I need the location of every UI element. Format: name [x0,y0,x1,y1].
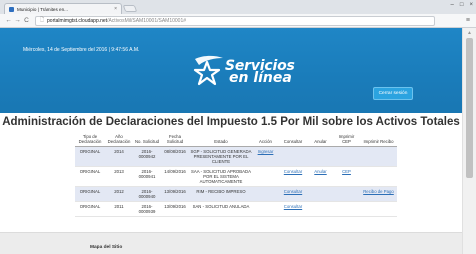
column-header: Anular [308,133,333,147]
tab-close-icon[interactable]: × [114,6,117,12]
cell-estado: SAA - SOLICITUD APROBADA POR EL SISTEMA … [189,166,253,187]
cell-solicitud: 2016-0000942 [133,146,161,167]
browser-tab-bar: Municipio | Trámites en... × – □ × [0,0,476,14]
url-host: portalmimgtst.cloudapp.net [47,17,108,24]
sitemap-title: Mapa del Sitio [90,245,123,250]
cell-estado: SGP - SOLICITUD GENERADA PRESENTAMENTE P… [189,146,253,167]
scroll-up-icon[interactable]: ▲ [467,30,472,36]
scroll-thumb[interactable] [466,38,473,178]
column-header: Imprimir Recibo [360,133,397,147]
cep-link[interactable]: CEP [342,169,351,174]
cell-anular [308,146,333,167]
cell-cep [333,201,360,217]
cell-anio: 2012 [105,186,133,202]
cell-anio: 2011 [105,201,133,217]
cell-recibo: Recibo de Pago [360,186,397,202]
brand-title-line2: en línea [229,70,292,86]
browser-menu-icon[interactable]: ≡ [466,17,470,24]
cell-estado: SAN - SOLICITUD ANULADA [189,201,253,217]
cell-anio: 2014 [105,146,133,167]
cell-tipo: ORIGINAL [75,166,105,187]
page-icon: 🗋 [40,16,45,23]
cell-solicitud: 2016-0000941 [133,166,161,187]
cell-anular: Anular [308,166,333,187]
column-header: Fecha Solicitud [161,133,189,147]
cell-recibo [360,146,397,167]
consultar-link[interactable]: Consultar [284,189,302,194]
browser-tab[interactable]: Municipio | Trámites en... × [4,3,122,14]
address-bar: ← → C 🗋 portalmimgtst.cloudapp.net /Acti… [0,14,476,28]
table-row: ORIGINAL 2013 2016-0000941 14/09/2016 SAA - … [75,166,397,187]
cell-fecha: 13/09/2016 [161,201,189,217]
page-title: Administración de Declaraciones del Impu… [2,116,460,128]
reload-icon[interactable]: C [22,17,31,24]
cell-solicitud: 2016-0000939 [133,201,161,217]
column-header: Imprimir CEP [333,133,360,147]
recibo-link[interactable]: Recibo de Pago [363,189,394,194]
cell-fecha: 13/09/2016 [161,186,189,202]
cell-consultar: Consultar [278,186,308,202]
consultar-link[interactable]: Consultar [284,204,302,209]
accion-link[interactable]: Ingresar [258,149,274,154]
cell-tipo: ORIGINAL [75,186,105,202]
anular-link[interactable]: Anular [314,169,326,174]
cell-accion [253,186,278,202]
close-window-icon[interactable]: × [469,2,473,8]
cell-fecha: 14/09/2016 [161,166,189,187]
new-tab-button[interactable] [122,5,138,12]
column-header: Acción [253,133,278,147]
cell-solicitud: 2016-0000940 [133,186,161,202]
table-row: ORIGINAL 2011 2016-0000939 13/09/2016 SAN - … [75,201,397,217]
table-row: ORIGINAL 2012 2016-0000940 13/09/2016 RIM - … [75,186,397,202]
column-header: No. Solicitud [133,133,161,147]
table-row: ORIGINAL 2014 2016-0000942 08/08/2016 SGP - … [75,146,397,167]
cell-accion [253,166,278,187]
cell-consultar: Consultar [278,166,308,187]
star-logo-icon [193,55,223,86]
url-field[interactable]: 🗋 portalmimgtst.cloudapp.net /ActivosMil… [35,15,435,26]
back-icon[interactable]: ← [4,17,13,24]
tab-title: Municipio | Trámites en... [17,6,68,12]
cell-anular [308,186,333,202]
cell-tipo: ORIGINAL [75,146,105,167]
maximize-icon[interactable]: □ [460,2,464,8]
cell-recibo [360,201,397,217]
site-header: Miércoles, 14 de Septiembre del 2016 | 9… [0,28,462,126]
column-header: Estado [189,133,253,147]
cell-consultar [278,146,308,167]
cell-accion [253,201,278,217]
favicon-icon [9,6,14,12]
close-session-button[interactable]: Cerrar sesión [373,87,413,100]
cell-estado: RIM - RECIBO IMPRESO [189,186,253,202]
cell-cep: CEP [333,166,360,187]
cell-fecha: 08/08/2016 [161,146,189,167]
table-header-row: Tipo de Declaración Año Declaración No. So… [75,133,397,147]
column-header: Tipo de Declaración [75,133,105,147]
cell-anio: 2013 [105,166,133,187]
main-content: Administración de Declaraciones del Impu… [0,113,462,254]
forward-icon[interactable]: → [13,17,22,24]
column-header: Año Declaración [105,133,133,147]
cell-cep [333,186,360,202]
column-header: Consultar [278,133,308,147]
cell-consultar: Consultar [278,201,308,217]
cell-accion: Ingresar [253,146,278,167]
footer-band: Mapa del Sitio [0,232,462,254]
cell-anular [308,201,333,217]
cell-tipo: ORIGINAL [75,201,105,217]
page-scrollbar[interactable]: ▲ [462,28,476,254]
cell-recibo [360,166,397,187]
declarations-table: Tipo de Declaración Año Declaración No. So… [75,133,397,217]
cell-cep [333,146,360,167]
consultar-link[interactable]: Consultar [284,169,302,174]
url-path: /ActivosMil/SAM10001/SAM10001# [107,17,187,24]
header-date: Miércoles, 14 de Septiembre del 2016 | 9… [23,47,140,53]
window-controls: – □ × [451,2,473,8]
minimize-icon[interactable]: – [451,2,454,8]
brand-logo[interactable]: Servicios en línea [189,53,299,87]
